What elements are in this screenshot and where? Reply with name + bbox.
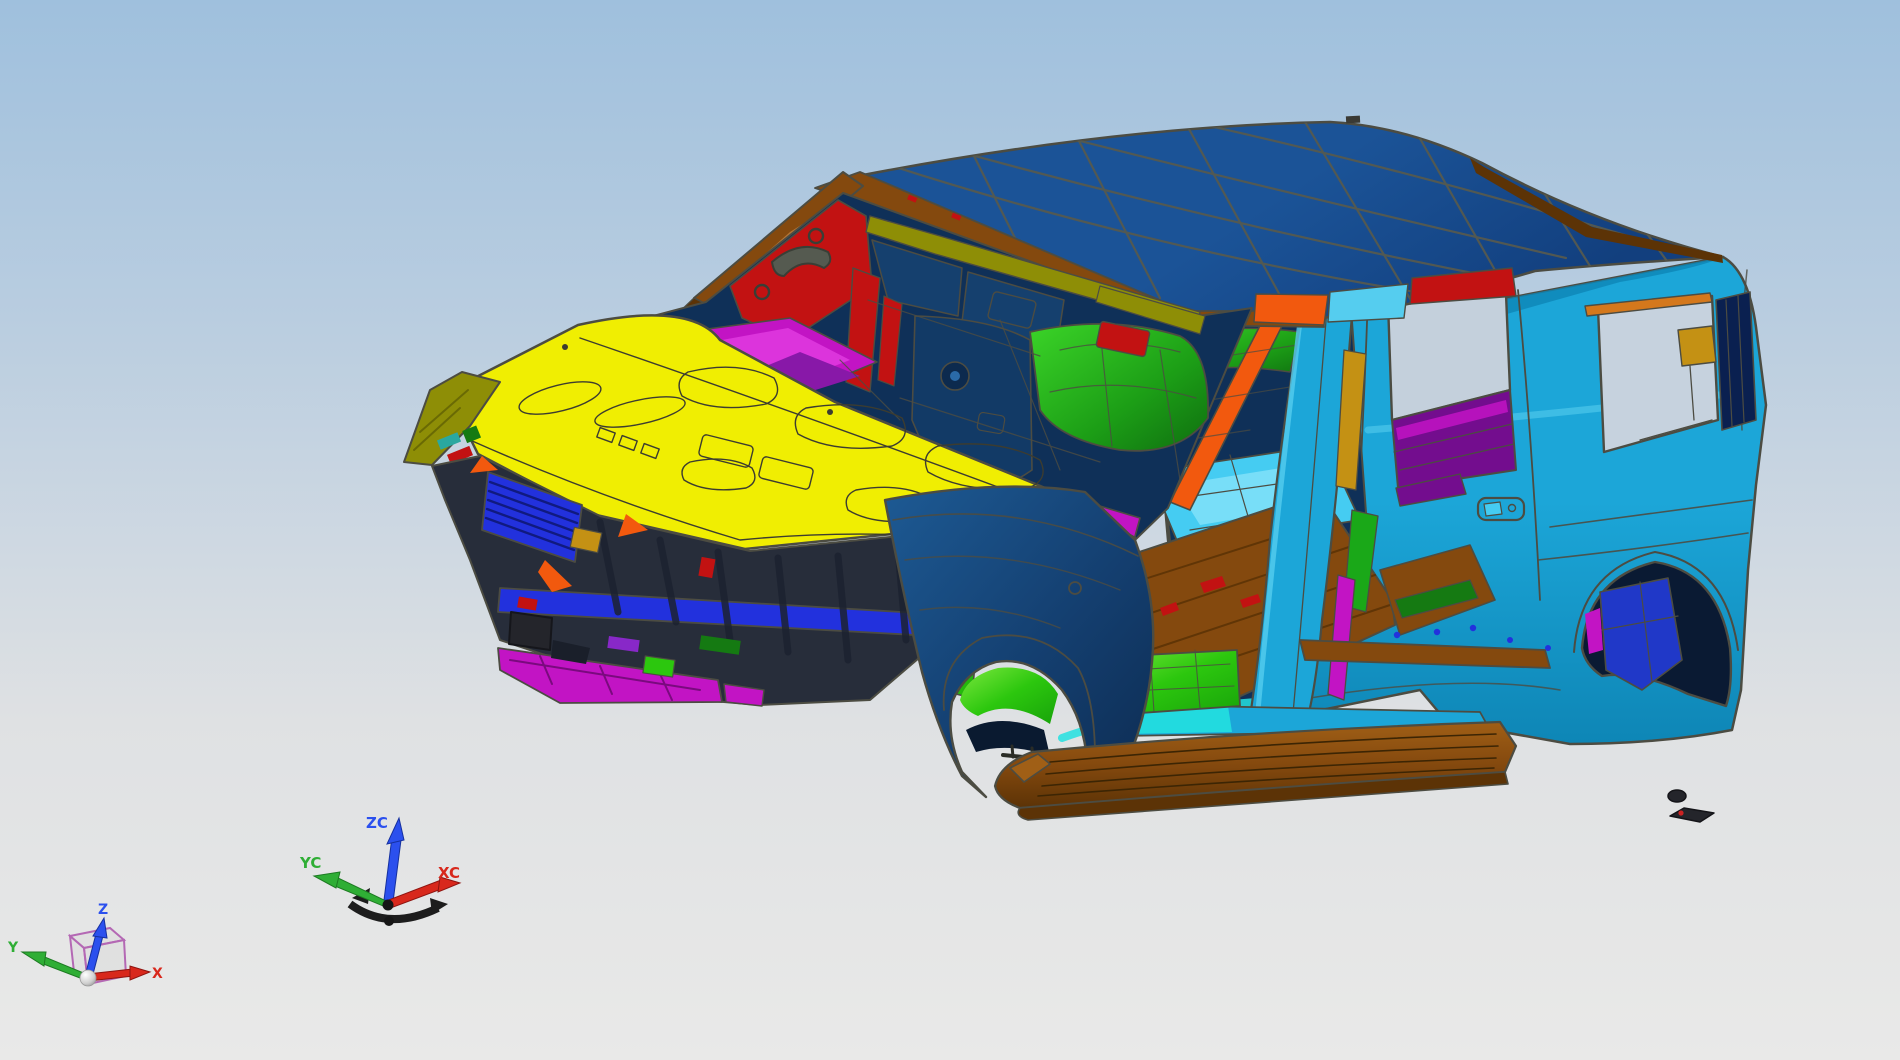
rail-accent-orange[interactable] bbox=[1253, 293, 1329, 326]
door-handle[interactable] bbox=[1476, 496, 1526, 522]
wcs-y-axis[interactable] bbox=[312, 871, 390, 909]
model-canvas[interactable]: ZC YC XC Z Y X bbox=[0, 0, 1900, 1060]
wcs-triad[interactable]: ZC YC XC bbox=[299, 814, 462, 926]
wcs-z-label: ZC bbox=[366, 814, 388, 832]
window-bracket-olive[interactable] bbox=[1677, 325, 1717, 367]
view-y-label: Y bbox=[7, 940, 19, 956]
view-x-label: X bbox=[152, 966, 163, 982]
d-pillar-channel-navy[interactable] bbox=[1715, 291, 1757, 431]
cad-viewport[interactable]: ZC YC XC Z Y X bbox=[0, 0, 1900, 1060]
quarter-window[interactable] bbox=[1584, 291, 1757, 454]
lower-dark-box[interactable] bbox=[508, 611, 553, 651]
view-orientation-triad: Z Y X bbox=[7, 902, 163, 987]
car-body-model[interactable] bbox=[403, 90, 1768, 823]
view-origin-ball bbox=[79, 969, 97, 987]
debris-parts[interactable] bbox=[1667, 789, 1715, 823]
view-z-label: Z bbox=[98, 902, 108, 918]
wcs-x-label: XC bbox=[438, 864, 460, 882]
wcs-y-label: YC bbox=[299, 854, 321, 872]
